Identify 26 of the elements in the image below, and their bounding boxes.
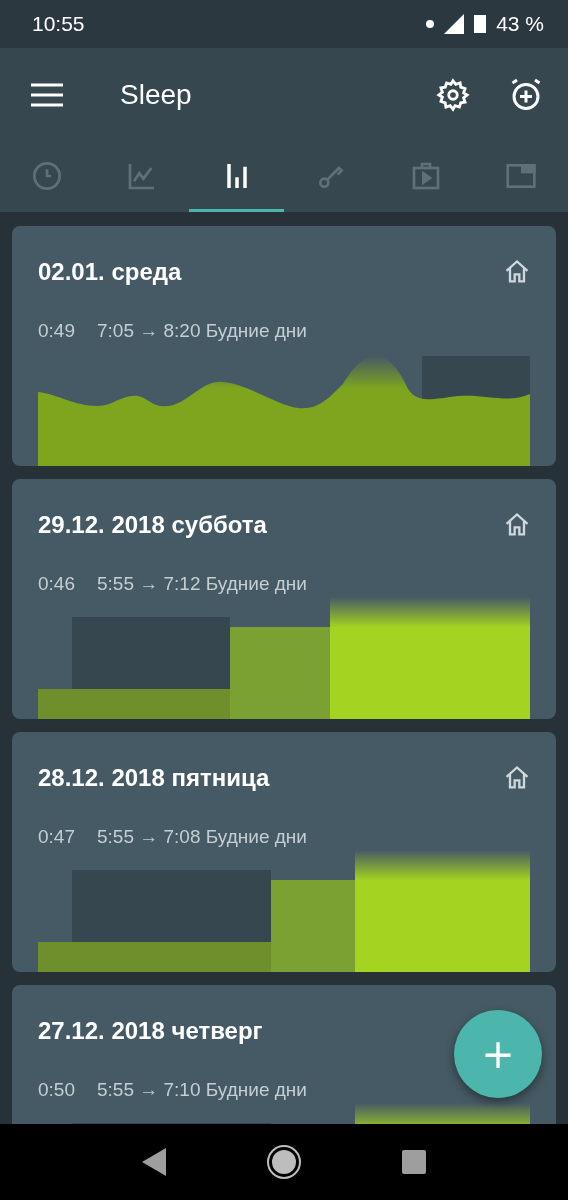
battery-level: 43 %	[496, 12, 544, 36]
sleep-duration: 0:49	[38, 320, 75, 342]
notification-dot-icon	[426, 20, 435, 28]
battery-icon	[474, 15, 487, 33]
back-icon[interactable]	[142, 1148, 166, 1176]
home-circle-icon[interactable]	[266, 1144, 302, 1180]
app-title: Sleep	[120, 79, 193, 111]
sleep-record-card[interactable]: 02.01. среда 0:49 7:05 → 8:20 Будние дни	[12, 226, 556, 466]
sleep-record-card[interactable]: 28.12. 2018 пятница 0:47 5:55 → 7:08 Будние дни	[12, 732, 556, 972]
sleep-time-range: 5:55 → 7:08 Будние дни	[97, 826, 307, 848]
sleep-record-card[interactable]: 29.12. 2018 суббота 0:46 5:55 → 7:12 Будние дни	[12, 479, 556, 719]
sleep-duration: 0:46	[38, 573, 75, 595]
sleep-time-range: 5:55 → 7:10 Будние дни	[97, 1079, 307, 1101]
record-title: 29.12. 2018 суббота	[38, 511, 268, 539]
settings-icon	[436, 78, 470, 112]
sleep-duration: 0:47	[38, 826, 75, 848]
record-title: 27.12. 2018 четверг	[38, 1017, 264, 1045]
signal-icon	[444, 14, 465, 34]
menu-icon	[30, 83, 64, 107]
record-title: 28.12. 2018 пятница	[38, 764, 271, 792]
sleep-duration: 0:50	[38, 1079, 75, 1101]
record-title: 02.01. среда	[38, 258, 183, 286]
sleep-time-range: 5:55 → 7:12 Будние дни	[97, 573, 307, 595]
clock-icon	[31, 159, 64, 192]
sleep-time-range: 7:05 → 8:20 Будние дни	[97, 320, 307, 342]
status-time: 10:55	[32, 12, 85, 36]
